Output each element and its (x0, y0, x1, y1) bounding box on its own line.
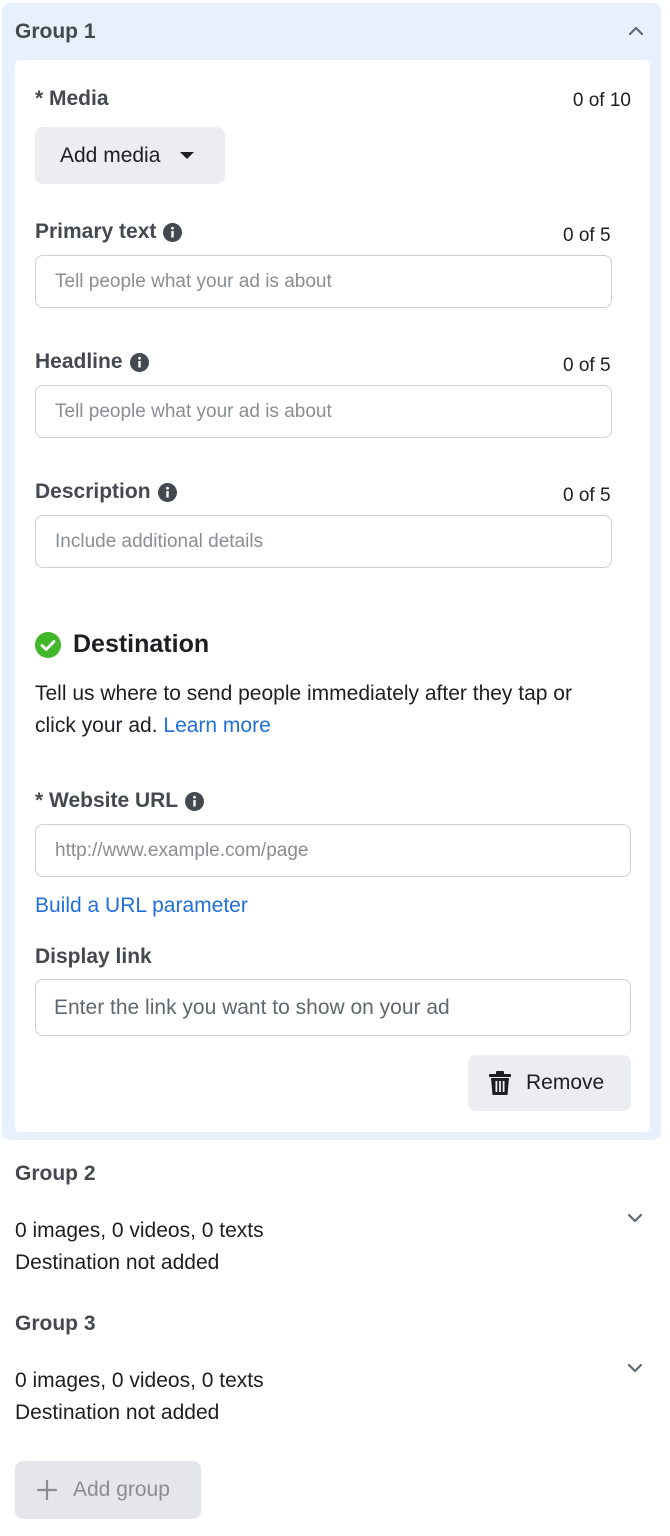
destination-desc-text: Tell us where to send people immediately… (35, 682, 572, 737)
group-2-counts: 0 images, 0 videos, 0 texts (15, 1219, 264, 1242)
remove-button[interactable]: Remove (468, 1055, 631, 1111)
destination-title: Destination (35, 630, 209, 659)
info-icon[interactable] (129, 352, 149, 372)
website-url-label: * Website URL (35, 789, 205, 813)
chevron-down-icon[interactable] (628, 1361, 642, 1375)
destination-title-text: Destination (73, 630, 210, 658)
info-icon[interactable] (163, 222, 183, 242)
description-count: 0 of 5 (563, 485, 611, 506)
group-3-counts: 0 images, 0 videos, 0 texts (15, 1369, 264, 1392)
group-2-summary: 0 images, 0 videos, 0 texts Destination … (15, 1215, 264, 1279)
group-3-destination-status: Destination not added (15, 1401, 220, 1424)
add-group-label: Add group (73, 1478, 170, 1501)
media-label: * Media (35, 87, 109, 110)
display-link-label: Display link (35, 945, 152, 968)
add-media-button[interactable]: Add media (35, 127, 225, 184)
primary-text-label: Primary text (35, 220, 183, 244)
website-url-label-text: * Website URL (35, 789, 179, 812)
headline-count: 0 of 5 (563, 355, 611, 376)
headline-label: Headline (35, 350, 149, 374)
remove-label: Remove (526, 1071, 605, 1094)
group-3-title[interactable]: Group 3 (15, 1312, 96, 1336)
primary-text-count: 0 of 5 (563, 225, 611, 246)
chevron-down-icon[interactable] (628, 1211, 642, 1225)
description-input[interactable]: Include additional details (35, 515, 612, 568)
primary-text-input[interactable]: Tell people what your ad is about (35, 255, 612, 308)
media-count: 0 of 10 (572, 90, 631, 111)
chevron-up-icon[interactable] (629, 24, 643, 38)
group-3-summary: 0 images, 0 videos, 0 texts Destination … (15, 1365, 264, 1429)
add-media-label: Add media (60, 143, 161, 167)
description-label: Description (35, 480, 177, 504)
group-1-card: * Media 0 of 10 Add media Primary text 0… (15, 60, 650, 1132)
description-label-text: Description (35, 480, 151, 503)
learn-more-link[interactable]: Learn more (163, 714, 270, 737)
display-link-input[interactable]: Enter the link you want to show on your … (35, 979, 631, 1036)
group-2-destination-status: Destination not added (15, 1251, 220, 1274)
primary-text-label-text: Primary text (35, 220, 157, 243)
destination-description: Tell us where to send people immediately… (35, 678, 615, 742)
info-icon[interactable] (185, 791, 205, 811)
caret-down-icon (180, 152, 195, 159)
check-circle-icon (35, 631, 61, 658)
plus-icon (37, 1480, 57, 1500)
add-group-button[interactable]: Add group (15, 1461, 201, 1519)
group-2-title[interactable]: Group 2 (15, 1162, 96, 1186)
group-1-title[interactable]: Group 1 (15, 20, 96, 44)
website-url-input[interactable]: http://www.example.com/page (35, 824, 631, 877)
info-icon[interactable] (157, 482, 177, 502)
build-url-parameter-link[interactable]: Build a URL parameter (35, 894, 248, 918)
group-1-panel: Group 1 * Media 0 of 10 Add media Primar… (2, 3, 661, 1140)
trash-icon (488, 1070, 512, 1096)
headline-label-text: Headline (35, 350, 123, 373)
headline-input[interactable]: Tell people what your ad is about (35, 385, 612, 438)
